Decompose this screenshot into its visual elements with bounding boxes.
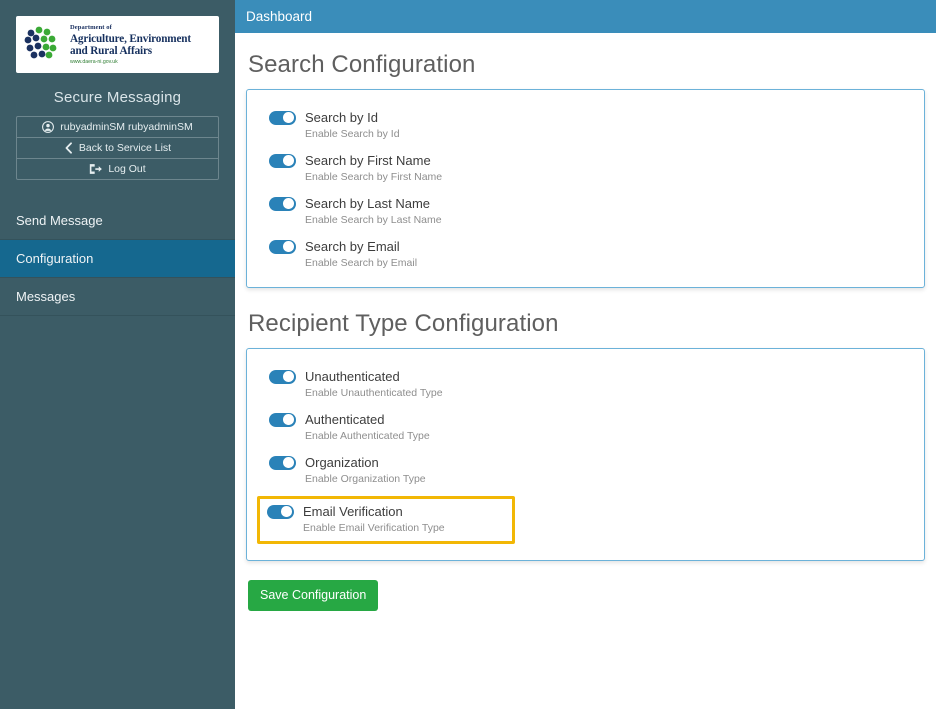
search-configuration-card: Search by Id Enable Search by Id Search … <box>246 89 925 288</box>
option-head: Unauthenticated <box>269 369 906 384</box>
search-configuration-title: Search Configuration <box>248 51 476 78</box>
sidebar-item-send-message[interactable]: Send Message <box>0 202 235 240</box>
chevron-left-icon <box>65 142 72 154</box>
option-row-search-by-id: Search by Id Enable Search by Id <box>269 106 906 149</box>
toggle-email-verification[interactable] <box>267 504 294 519</box>
option-row-search-by-last-name: Search by Last Name Enable Search by Las… <box>269 192 906 235</box>
toggle-knob <box>283 241 295 252</box>
log-out-row[interactable]: Log Out <box>17 159 218 179</box>
option-sub-organization: Enable Organization Type <box>305 473 426 485</box>
daera-logo-card: Department of Agriculture, Environment a… <box>16 16 219 73</box>
option-sub-unauthenticated: Enable Unauthenticated Type <box>305 387 443 399</box>
main-content: Dashboard Search Configuration Search by… <box>235 0 936 709</box>
account-user-label: rubyadminSM rubyadminSM <box>60 121 193 133</box>
page-title: Dashboard <box>246 9 313 24</box>
option-head: Search by Last Name <box>269 196 906 211</box>
option-row-search-by-email: Search by Email Enable Search by Email <box>269 235 906 271</box>
option-row-unauthenticated: Unauthenticated Enable Unauthenticated T… <box>269 365 906 408</box>
sidebar: Department of Agriculture, Environment a… <box>0 0 235 709</box>
option-label-email-verification: Email Verification <box>303 504 403 519</box>
logo-department-line: Department of <box>70 23 112 31</box>
content-area: Search Configuration Search by Id Enable… <box>235 33 936 611</box>
logout-icon <box>90 164 102 174</box>
toggle-search-by-id[interactable] <box>269 110 296 125</box>
toggle-search-by-last-name[interactable] <box>269 196 296 211</box>
option-head: Email Verification <box>267 504 512 519</box>
toggle-knob <box>283 155 295 166</box>
option-head: Search by Id <box>269 110 906 125</box>
option-row-search-by-first-name: Search by First Name Enable Search by Fi… <box>269 149 906 192</box>
recipient-type-configuration-card: Unauthenticated Enable Unauthenticated T… <box>246 348 925 561</box>
log-out-label: Log Out <box>108 163 146 175</box>
option-head: Authenticated <box>269 412 906 427</box>
option-sub-search-by-last-name: Enable Search by Last Name <box>305 214 442 226</box>
logo-url: www.daera-ni.gov.uk <box>70 58 118 65</box>
daera-logo-text: Department of Agriculture, Environment a… <box>70 23 191 65</box>
toggle-search-by-first-name[interactable] <box>269 153 296 168</box>
toggle-knob <box>283 414 295 425</box>
toggle-knob <box>283 198 295 209</box>
option-label-unauthenticated: Unauthenticated <box>305 369 400 384</box>
option-label-organization: Organization <box>305 455 379 470</box>
logo-title-line1: Agriculture, Environment <box>70 32 191 45</box>
option-label-search-by-email: Search by Email <box>305 239 400 254</box>
back-to-service-list-row[interactable]: Back to Service List <box>17 138 218 159</box>
account-box: rubyadminSM rubyadminSM Back to Service … <box>16 116 219 180</box>
daera-dots-logo-icon <box>22 24 64 66</box>
account-user-row[interactable]: rubyadminSM rubyadminSM <box>17 117 218 138</box>
back-to-service-list-label: Back to Service List <box>78 142 172 154</box>
toggle-knob <box>281 506 293 517</box>
toggle-authenticated[interactable] <box>269 412 296 427</box>
option-sub-authenticated: Enable Authenticated Type <box>305 430 430 442</box>
option-label-search-by-id: Search by Id <box>305 110 378 125</box>
app-root: Department of Agriculture, Environment a… <box>0 0 936 709</box>
option-sub-search-by-email: Enable Search by Email <box>305 257 418 269</box>
sidebar-item-configuration[interactable]: Configuration <box>0 240 235 278</box>
option-label-search-by-first-name: Search by First Name <box>305 153 431 168</box>
option-head: Search by Email <box>269 239 906 254</box>
toggle-knob <box>283 371 295 382</box>
toggle-knob <box>283 112 295 123</box>
brand-title: Secure Messaging <box>53 89 182 106</box>
option-sub-search-by-first-name: Enable Search by First Name <box>305 171 443 183</box>
sidebar-item-messages[interactable]: Messages <box>0 278 235 316</box>
option-sub-email-verification: Enable Email Verification Type <box>303 522 445 534</box>
option-row-organization: Organization Enable Organization Type <box>269 451 906 494</box>
toggle-organization[interactable] <box>269 455 296 470</box>
page-header-bar: Dashboard <box>235 0 936 33</box>
save-configuration-button[interactable]: Save Configuration <box>248 580 379 611</box>
logo-title-line2: and Rural Affairs <box>70 45 152 58</box>
toggle-unauthenticated[interactable] <box>269 369 296 384</box>
option-label-search-by-last-name: Search by Last Name <box>305 196 431 211</box>
sidebar-nav: Send Message Configuration Messages <box>0 202 235 316</box>
option-label-authenticated: Authenticated <box>305 412 385 427</box>
option-row-authenticated: Authenticated Enable Authenticated Type <box>269 408 906 451</box>
option-head: Organization <box>269 455 906 470</box>
user-icon <box>42 121 55 133</box>
recipient-type-configuration-title: Recipient Type Configuration <box>248 310 559 337</box>
save-button-wrap: Save Configuration <box>246 561 925 611</box>
option-row-email-verification: Email Verification Enable Email Verifica… <box>257 496 515 544</box>
option-sub-search-by-id: Enable Search by Id <box>305 128 400 140</box>
option-head: Search by First Name <box>269 153 906 168</box>
toggle-search-by-email[interactable] <box>269 239 296 254</box>
toggle-knob <box>283 457 295 468</box>
